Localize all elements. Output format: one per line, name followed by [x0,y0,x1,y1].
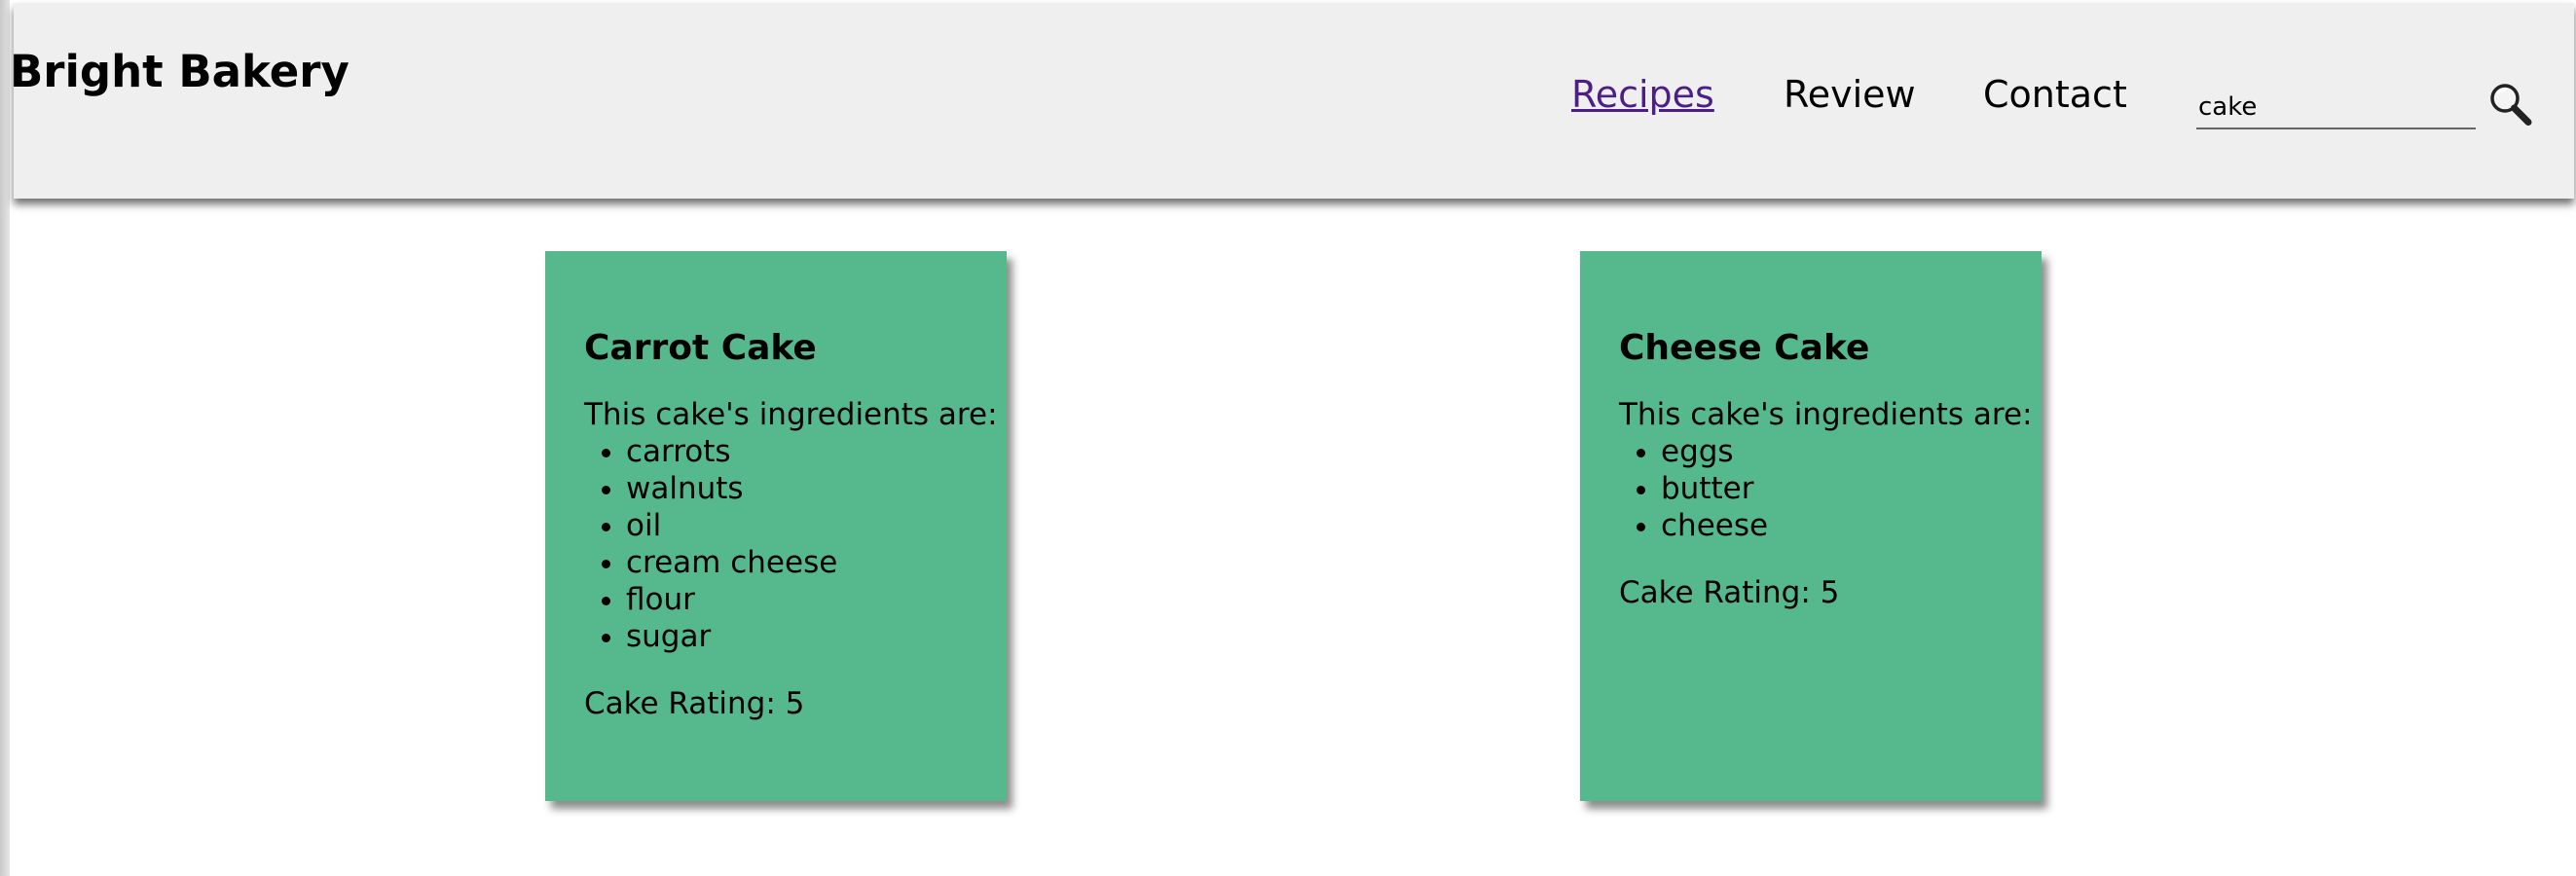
list-item: carrots [626,433,1007,470]
brand-title: Bright Bakery [10,46,350,97]
ingredients-intro: This cake's ingredients are: [584,397,998,433]
list-item: cheese [1661,507,2042,544]
ingredients-list: eggs butter cheese [1619,433,2042,544]
cake-rating: Cake Rating: 5 [1619,575,1840,611]
window-edge [0,0,10,876]
nav-link-recipes[interactable]: Recipes [1571,73,1714,116]
search-icon[interactable] [2486,81,2533,128]
list-item: butter [1661,470,2042,507]
cake-rating: Cake Rating: 5 [584,686,805,722]
list-item: cream cheese [626,544,1007,581]
ingredients-intro: This cake's ingredients are: [1619,397,2033,433]
ingredients-list: carrots walnuts oil cream cheese flour s… [584,433,1007,655]
recipe-card-carrot-cake: Carrot Cake This cake's ingredients are:… [545,251,1007,801]
list-item: walnuts [626,470,1007,507]
list-item: sugar [626,618,1007,655]
search-input[interactable] [2196,87,2476,129]
card-title: Cheese Cake [1619,328,1870,368]
recipe-card-cheese-cake: Cheese Cake This cake's ingredients are:… [1580,251,2042,801]
site-header: Bright Bakery Recipes Review Contact [10,3,2574,199]
list-item: eggs [1661,433,2042,470]
card-title: Carrot Cake [584,328,817,368]
list-item: oil [626,507,1007,544]
nav-link-review[interactable]: Review [1784,73,1916,116]
nav-link-contact[interactable]: Contact [1983,73,2127,116]
list-item: flour [626,581,1007,618]
